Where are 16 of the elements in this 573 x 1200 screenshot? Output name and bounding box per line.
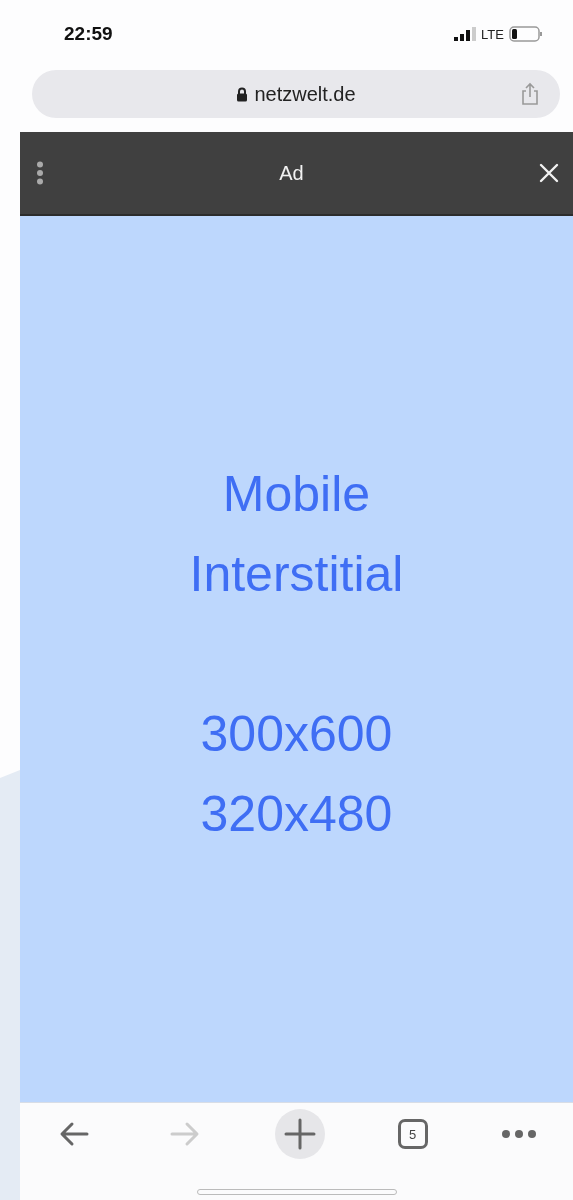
signal-icon (454, 27, 477, 41)
address-bar[interactable]: netzwelt.de (32, 70, 560, 118)
tab-count-button[interactable]: 5 (397, 1119, 428, 1149)
ad-size: 320x480 (200, 785, 393, 844)
network-type: LTE (481, 26, 504, 42)
close-button[interactable] (539, 163, 559, 183)
ad-title: Mobile Interstitial (188, 465, 405, 604)
ad-size: 300x600 (200, 705, 393, 764)
more-icon[interactable] (36, 161, 44, 185)
more-icon[interactable] (500, 1129, 537, 1139)
new-tab-button[interactable] (274, 1109, 325, 1159)
url-text: netzwelt.de (254, 82, 356, 106)
clock: 22:59 (64, 23, 113, 45)
lock-icon (236, 86, 249, 102)
battery-icon (509, 26, 543, 42)
ad-label: Ad (279, 161, 304, 185)
